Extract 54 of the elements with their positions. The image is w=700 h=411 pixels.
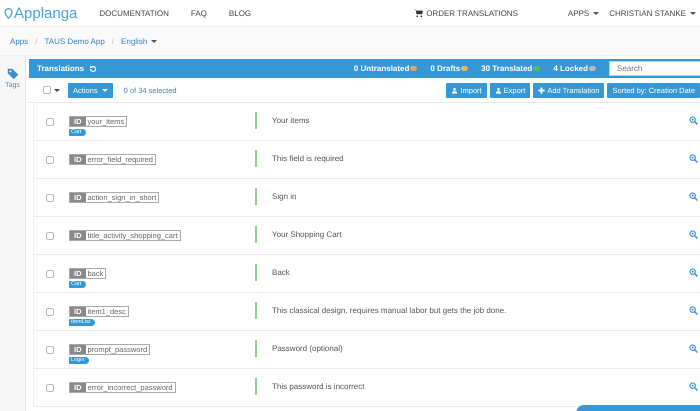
- translation-text: This password is incorrect: [272, 382, 366, 391]
- status-count[interactable]: 0 Drafts: [430, 64, 468, 73]
- checkbox[interactable]: [46, 194, 54, 202]
- nav-link[interactable]: FAQ: [190, 8, 207, 18]
- zoom-icon[interactable]: [689, 382, 698, 391]
- breadcrumb-link[interactable]: English: [121, 36, 148, 46]
- checkbox[interactable]: [43, 86, 51, 94]
- nav-menu[interactable]: APPS: [568, 8, 600, 18]
- breadcrumb-link[interactable]: TAUS Demo App: [44, 36, 105, 46]
- refresh-icon[interactable]: [89, 64, 98, 72]
- checkbox[interactable]: [46, 384, 54, 392]
- checkbox[interactable]: [46, 308, 54, 316]
- checkbox[interactable]: [46, 232, 54, 240]
- caret-icon: [102, 88, 108, 92]
- checkbox[interactable]: [46, 156, 54, 164]
- nav-link[interactable]: DOCUMENTATION: [99, 8, 169, 18]
- zoom-icon[interactable]: [689, 154, 698, 163]
- zoom-icon[interactable]: [689, 268, 698, 277]
- translation-text: Back: [272, 268, 291, 277]
- separator: /: [112, 36, 114, 46]
- logo-text[interactable]: Applanga: [14, 6, 78, 20]
- select-all-dropdown[interactable]: [43, 86, 60, 94]
- nav-menu[interactable]: CHRISTIAN STANKE: [609, 8, 696, 18]
- caret-icon: [593, 12, 600, 14]
- person-icon: [494, 86, 502, 94]
- search-field[interactable]: Search: [609, 61, 700, 76]
- tag-icon: [6, 68, 18, 80]
- zoom-icon[interactable]: [689, 192, 698, 201]
- zoom-icon[interactable]: [689, 230, 698, 239]
- plus-icon: [538, 86, 546, 94]
- translation-text: Password (optional): [272, 344, 344, 353]
- checkbox[interactable]: [46, 270, 54, 278]
- checkbox[interactable]: [46, 118, 54, 126]
- zoom-icon[interactable]: [689, 306, 698, 315]
- status-count[interactable]: 4 Locked: [553, 64, 596, 73]
- translation-text: Your Shopping Cart: [272, 230, 343, 239]
- cart-icon: [414, 8, 424, 18]
- caret-icon: [690, 12, 696, 14]
- pin-icon: [3, 6, 14, 20]
- breadcrumb-link[interactable]: Apps: [10, 36, 28, 46]
- checkbox[interactable]: [46, 346, 54, 354]
- translation-text: This field is required: [272, 154, 345, 163]
- person-icon: [451, 86, 458, 94]
- separator: /: [35, 36, 38, 46]
- zoom-icon[interactable]: [689, 344, 698, 353]
- translation-text: Sign in: [272, 192, 298, 201]
- order-link[interactable]: ORDER TRANSLATIONS: [414, 8, 518, 18]
- panel-title: Translations: [37, 64, 84, 73]
- zoom-icon[interactable]: [689, 116, 698, 125]
- translation-text: Your items: [272, 116, 310, 125]
- nav-link[interactable]: BLOG: [228, 8, 252, 18]
- status-count[interactable]: 30 Translated: [481, 64, 540, 73]
- status-count[interactable]: 0 Untranslated: [354, 64, 418, 73]
- translation-text: This classical design, requires manual labor but gets the job done.: [272, 306, 508, 315]
